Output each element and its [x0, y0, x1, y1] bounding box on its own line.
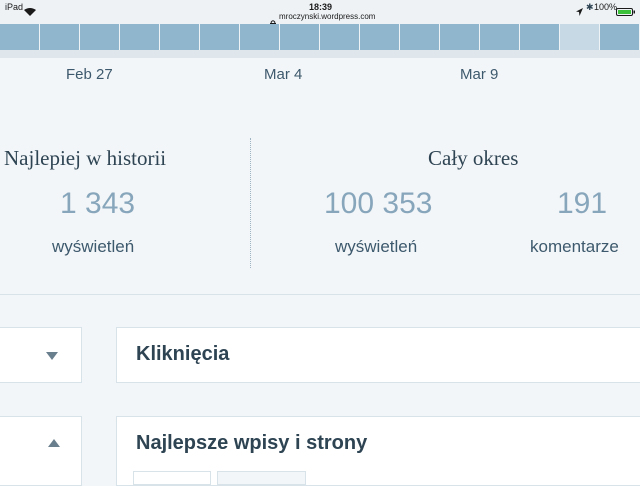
lock-icon — [270, 14, 276, 27]
x-tick-label: Mar 9 — [460, 66, 499, 83]
chart-bar[interactable] — [520, 24, 560, 50]
chart-bar[interactable] — [320, 24, 360, 50]
top-posts-toggle-panel[interactable] — [0, 416, 82, 486]
battery-icon — [616, 3, 636, 16]
stats-divider — [250, 138, 251, 268]
chart-bar[interactable] — [0, 24, 40, 50]
clicks-toggle-panel[interactable] — [0, 327, 82, 383]
location-icon — [576, 3, 583, 16]
chart-bar[interactable] — [120, 24, 160, 50]
device-name: iPad — [5, 2, 24, 12]
all-time-comments-label: komentarze — [530, 237, 619, 256]
top-posts-card-title: Najlepsze wpisy i strony — [136, 432, 368, 454]
chart-bar[interactable] — [560, 24, 600, 50]
status-bar: iPad 18:39 mroczynski.wordpress.com ✱ 10… — [0, 0, 640, 27]
chart-bar[interactable] — [40, 24, 80, 50]
best-ever-value: 1 343 — [60, 187, 136, 220]
clock: 18:39 — [309, 2, 333, 12]
chart-bar[interactable] — [240, 24, 280, 50]
wifi-icon — [24, 3, 36, 16]
views-chart — [0, 24, 640, 58]
chart-bar[interactable] — [600, 24, 640, 50]
period-tab[interactable] — [133, 471, 211, 485]
bluetooth-icon: ✱ — [586, 2, 594, 12]
x-tick-label: Feb 27 — [66, 66, 113, 83]
x-tick-label: Mar 4 — [264, 66, 303, 83]
battery-percent: 100% — [594, 2, 618, 12]
clicks-card-title: Kliknięcia — [136, 343, 230, 365]
chart-bar[interactable] — [280, 24, 320, 50]
chart-bar[interactable] — [360, 24, 400, 50]
all-time-title: Cały okres — [428, 146, 519, 170]
chart-bar[interactable] — [160, 24, 200, 50]
chart-bar[interactable] — [400, 24, 440, 50]
period-tab[interactable] — [217, 471, 306, 485]
chart-bar[interactable] — [440, 24, 480, 50]
all-time-comments-value: 191 — [557, 187, 608, 220]
chart-bar[interactable] — [80, 24, 120, 50]
clicks-card[interactable]: Kliknięcia — [116, 327, 640, 383]
chart-bar[interactable] — [480, 24, 520, 50]
chevron-up-icon[interactable] — [48, 439, 60, 447]
all-time-views-value: 100 353 — [324, 187, 433, 220]
all-time-views-label: wyświetleń — [335, 237, 418, 256]
best-ever-title: Najlepiej w historii — [4, 146, 167, 170]
chart-bar[interactable] — [200, 24, 240, 50]
best-ever-label: wyświetleń — [52, 237, 135, 256]
address-bar-url[interactable]: mroczynski.wordpress.com — [279, 12, 375, 21]
chevron-down-icon[interactable] — [46, 352, 58, 360]
